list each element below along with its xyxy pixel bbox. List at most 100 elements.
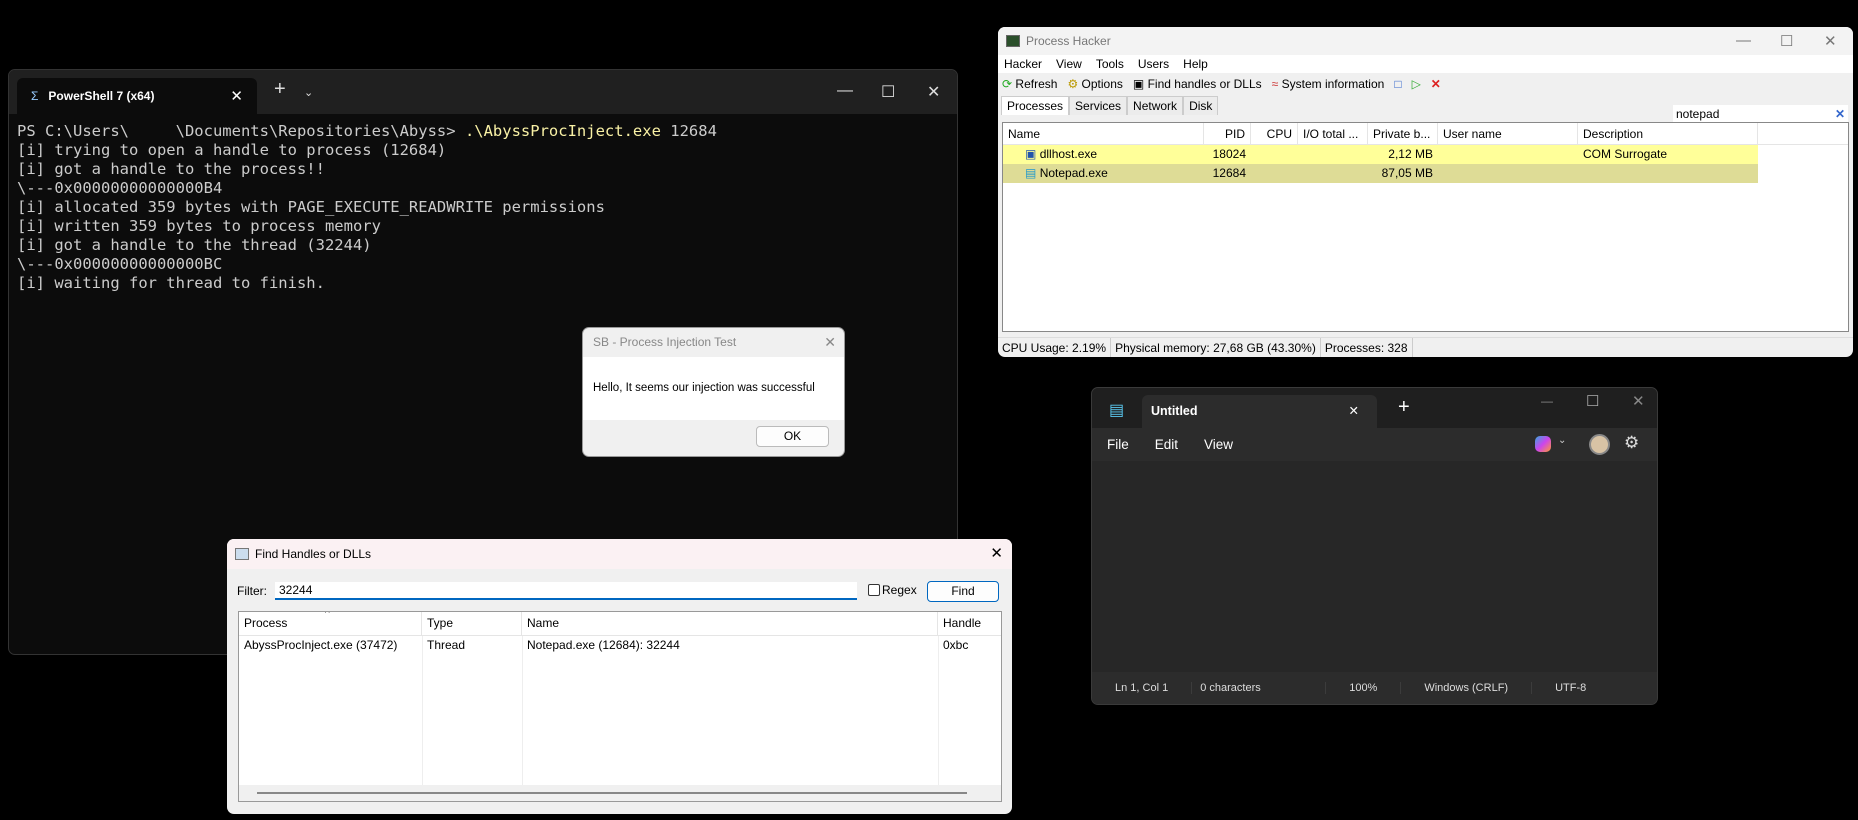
toolbar: ⟳ Refresh ⚙ Options ▣ Find handles or DL…	[998, 73, 1853, 95]
title-bar[interactable]: Find Handles or DLLs	[227, 539, 1012, 569]
close-button[interactable]: ✕	[1824, 32, 1837, 50]
cpu-usage: CPU Usage: 2.19%	[998, 338, 1112, 357]
column-name[interactable]: Name	[522, 612, 938, 635]
chevron-down-icon[interactable]: ⌄	[1558, 435, 1566, 446]
process-hacker-window[interactable]: Process Hacker — ☐ ✕ Hacker View Tools U…	[998, 27, 1853, 357]
column-description[interactable]: Description	[1578, 123, 1758, 144]
text-editor[interactable]	[1092, 461, 1657, 673]
tab-services[interactable]: Services	[1069, 96, 1128, 115]
menu-view[interactable]: View	[1204, 437, 1233, 452]
menu-file[interactable]: File	[1107, 437, 1129, 452]
minimize-button[interactable]: —	[837, 82, 853, 100]
ok-button[interactable]: OK	[756, 426, 829, 447]
dllhost-icon: ▣	[1025, 147, 1037, 161]
filter-value: 32244	[279, 583, 313, 597]
close-button[interactable]: ✕	[927, 82, 940, 102]
gear-icon: ⚙	[1067, 77, 1079, 91]
column-name[interactable]: Name	[1003, 123, 1204, 144]
maximize-button[interactable]: ☐	[1780, 32, 1793, 50]
scrollbar-thumb[interactable]	[257, 792, 967, 794]
tab-powershell[interactable]: Σ PowerShell 7 (x64) ✕	[17, 78, 257, 114]
notepad-window[interactable]: ▤ Untitled ✕ + — ☐ ✕ File Edit View ⌄ ⚙ L…	[1091, 387, 1658, 705]
search-input[interactable]: notepad ✕	[1673, 105, 1848, 123]
command-arg: 12684	[660, 122, 717, 140]
status-bar: Ln 1, Col 1 0 characters 100% Windows (C…	[1092, 672, 1657, 704]
column-private[interactable]: Private b...	[1368, 123, 1438, 144]
menu-view[interactable]: View	[1056, 57, 1082, 71]
close-button[interactable]: ✕	[1632, 392, 1645, 410]
table-row[interactable]: ▣ dllhost.exe 18024 2,12 MB COM Surrogat…	[1003, 145, 1758, 164]
minimize-button[interactable]: —	[1736, 32, 1751, 49]
column-user[interactable]: User name	[1438, 123, 1578, 144]
minimize-button[interactable]: —	[1541, 394, 1553, 408]
close-button[interactable]: ✕	[824, 334, 836, 351]
find-button[interactable]: Find	[927, 581, 999, 602]
terminate-icon[interactable]: ✕	[1431, 77, 1441, 91]
regex-label: Regex	[882, 583, 917, 597]
gear-icon[interactable]: ⚙	[1624, 433, 1639, 453]
private-bytes: 87,05 MB	[1381, 166, 1433, 180]
window-title: Process Hacker	[1026, 34, 1111, 48]
dialog-title: SB - Process Injection Test	[593, 335, 737, 349]
status-bar: CPU Usage: 2.19% Physical memory: 27,68 …	[998, 337, 1853, 357]
name: Notepad.exe (12684): 32244	[527, 638, 680, 652]
system-information-button[interactable]: ≈ System information	[1272, 77, 1385, 91]
menu-tools[interactable]: Tools	[1096, 57, 1124, 71]
refresh-button[interactable]: ⟳ Refresh	[1002, 77, 1057, 91]
cpu	[1251, 145, 1298, 164]
column-divider	[522, 636, 523, 786]
window-go-icon[interactable]: ▷	[1412, 77, 1421, 91]
table-row[interactable]: ▤ Notepad.exe 12684 87,05 MB	[1003, 164, 1758, 183]
menu-hacker[interactable]: Hacker	[1004, 57, 1042, 71]
close-tab-icon[interactable]: ✕	[1349, 395, 1359, 428]
find-handles-window[interactable]: Find Handles or DLLs ✕ Filter: 32244 Reg…	[227, 539, 1012, 814]
maximize-button[interactable]: ☐	[1586, 392, 1599, 410]
new-tab-button[interactable]: +	[1398, 396, 1410, 419]
menu-users[interactable]: Users	[1138, 57, 1169, 71]
maximize-button[interactable]: ☐	[881, 82, 895, 102]
find-label: Find handles or DLLs	[1147, 77, 1262, 91]
chevron-down-icon[interactable]: ⌄	[304, 86, 313, 99]
title-bar[interactable]: Process Hacker	[998, 27, 1853, 55]
close-tab-icon[interactable]: ✕	[230, 87, 243, 105]
terminal-output[interactable]: PS C:\Users\ \Documents\Repositories\Aby…	[9, 114, 957, 301]
pid: 12684	[1212, 166, 1246, 180]
horizontal-scrollbar[interactable]	[239, 785, 1001, 801]
column-io[interactable]: I/O total ...	[1298, 123, 1368, 144]
new-tab-button[interactable]: +	[274, 78, 286, 101]
tab-processes[interactable]: Processes	[1001, 96, 1070, 115]
regex-checkbox[interactable]: Regex	[868, 583, 917, 597]
avatar[interactable]	[1589, 434, 1610, 455]
process-list[interactable]: Name PID CPU I/O total ... Private b... …	[1002, 122, 1849, 332]
column-type[interactable]: Type	[422, 612, 522, 635]
description: COM Surrogate	[1583, 147, 1668, 161]
message-dialog[interactable]: SB - Process Injection Test ✕ Hello, It …	[582, 327, 845, 457]
close-button[interactable]: ✕	[990, 544, 1003, 562]
column-handle[interactable]: Handle	[938, 612, 1001, 635]
filter-input[interactable]: 32244	[275, 582, 857, 600]
column-cpu[interactable]: CPU	[1251, 123, 1298, 144]
title-bar[interactable]: Σ PowerShell 7 (x64) ✕ + ⌄ — ☐ ✕	[9, 70, 957, 114]
process: AbyssProcInject.exe (37472)	[244, 638, 398, 652]
options-button[interactable]: ⚙ Options	[1067, 77, 1122, 91]
tab-disk[interactable]: Disk	[1183, 96, 1219, 115]
find-handles-button[interactable]: ▣ Find handles or DLLs	[1133, 77, 1262, 91]
clear-search-icon[interactable]: ✕	[1835, 105, 1845, 123]
tab-network[interactable]: Network	[1127, 96, 1184, 115]
column-pid[interactable]: PID	[1204, 123, 1251, 144]
zoom-level: 100%	[1326, 682, 1402, 694]
column-label: Process	[244, 616, 288, 630]
title-bar[interactable]: ▤ Untitled ✕ + — ☐ ✕	[1092, 388, 1657, 428]
tab-untitled[interactable]: Untitled ✕	[1142, 395, 1377, 428]
menu-help[interactable]: Help	[1183, 57, 1208, 71]
results-list[interactable]: Process ^ Type Name Handle AbyssProcInjec…	[238, 611, 1002, 802]
copilot-icon[interactable]	[1535, 436, 1551, 452]
menu-edit[interactable]: Edit	[1155, 437, 1178, 452]
refresh-label: Refresh	[1015, 77, 1058, 91]
window-icon[interactable]: □	[1394, 77, 1401, 91]
column-process[interactable]: Process ^	[239, 612, 422, 635]
table-row[interactable]: AbyssProcInject.exe (37472) Thread Notep…	[239, 636, 1001, 656]
physical-memory: Physical memory: 27,68 GB (43.30%)	[1111, 338, 1321, 357]
sort-ascending-icon: ^	[325, 612, 330, 619]
prompt-line: PS C:\Users\ \Documents\Repositories\Aby…	[17, 122, 949, 141]
